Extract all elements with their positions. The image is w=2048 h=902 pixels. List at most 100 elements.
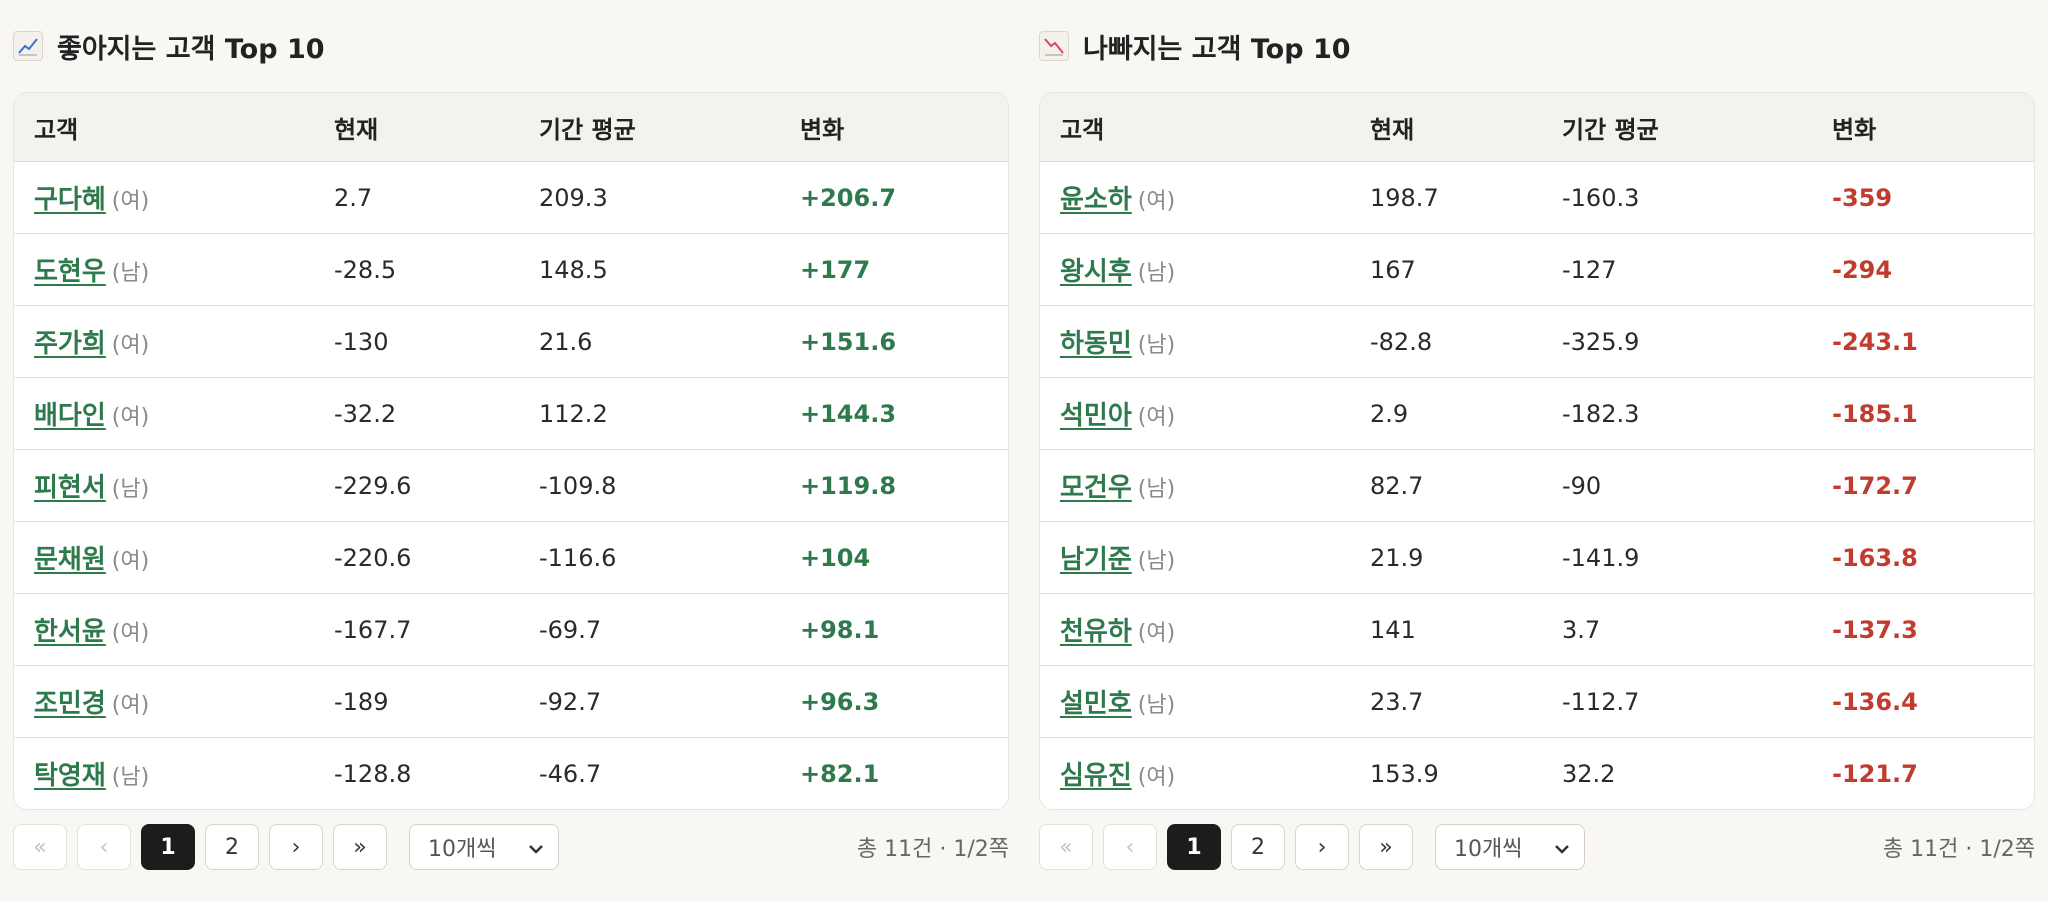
- customer-name-link[interactable]: 문채원: [34, 545, 106, 575]
- customer-cell: 왕시후 (남): [1040, 233, 1350, 306]
- next-page-button[interactable]: ›: [1295, 824, 1349, 870]
- customer-name-link[interactable]: 피현서: [34, 473, 106, 503]
- customer-table: 고객 현재 기간 평균 변화 구다혜 (여) 2.7 209.3 +206.7 도…: [14, 93, 1008, 809]
- average-value: -116.6: [519, 521, 780, 594]
- customer-cell: 피현서 (남): [14, 449, 314, 522]
- customer-name-link[interactable]: 배다인: [34, 401, 106, 431]
- customer-name-link[interactable]: 천유하: [1060, 617, 1132, 647]
- customer-cell: 조민경 (여): [14, 665, 314, 738]
- page-size-select[interactable]: 10개씩: [1435, 824, 1585, 870]
- change-value: -121.7: [1832, 759, 1918, 788]
- customer-name-link[interactable]: 윤소하: [1060, 185, 1132, 215]
- customer-cell: 심유진 (여): [1040, 738, 1350, 810]
- next-page-button[interactable]: ›: [269, 824, 323, 870]
- customer-cell: 탁영재 (남): [14, 738, 314, 810]
- chevron-down-icon: [528, 835, 544, 860]
- customer-gender: (남): [1137, 549, 1176, 574]
- column-header-change[interactable]: 변화: [1812, 93, 2034, 162]
- table-row: 한서윤 (여) -167.7 -69.7 +98.1: [14, 593, 1008, 666]
- customer-gender: (여): [111, 333, 150, 358]
- customer-name-link[interactable]: 조민경: [34, 689, 106, 719]
- customer-gender: (남): [1137, 333, 1176, 358]
- customer-table-card: 고객 현재 기간 평균 변화 구다혜 (여) 2.7 209.3 +206.7 도…: [13, 92, 1009, 810]
- average-value: 3.7: [1542, 593, 1812, 666]
- average-value: -109.8: [519, 449, 780, 522]
- current-value: -128.8: [334, 759, 412, 788]
- prev-page-button[interactable]: ‹: [77, 824, 131, 870]
- change-value: +104: [780, 521, 1008, 594]
- customer-gender: (여): [1137, 189, 1176, 214]
- current-value: 23.7: [1350, 665, 1542, 738]
- customer-table: 고객 현재 기간 평균 변화 윤소하 (여) 198.7 -160.3 -359 …: [1040, 93, 2034, 809]
- customer-name-link[interactable]: 심유진: [1060, 761, 1132, 791]
- chart-decreasing-icon: [1039, 31, 1069, 61]
- dashboard: 좋아지는 고객 Top 10 고객 현재 기간 평균 변화 구다혜 (여) 2.7: [0, 0, 2048, 871]
- customer-gender: (여): [1137, 405, 1176, 430]
- page-1-button[interactable]: 1: [1167, 824, 1221, 870]
- last-page-button[interactable]: »: [333, 824, 387, 870]
- change-value: +96.3: [780, 665, 1008, 738]
- customer-gender: (여): [111, 621, 150, 646]
- prev-page-button[interactable]: ‹: [1103, 824, 1157, 870]
- customer-name-link[interactable]: 남기준: [1060, 545, 1132, 575]
- current-value: 21.9: [1350, 521, 1542, 594]
- page-2-button[interactable]: 2: [205, 824, 259, 870]
- customer-name-link[interactable]: 한서윤: [34, 617, 106, 647]
- customer-name-link[interactable]: 도현우: [34, 257, 106, 287]
- table-row: 주가희 (여) -130 21.6 +151.6: [14, 305, 1008, 378]
- customer-cell: 석민아 (여): [1040, 377, 1350, 450]
- first-page-button[interactable]: «: [1039, 824, 1093, 870]
- total-count: 총 11건 · 1/2쪽: [1882, 837, 2035, 862]
- customer-cell: 도현우 (남): [14, 233, 314, 306]
- column-header-average[interactable]: 기간 평균: [519, 93, 780, 162]
- page-2-button[interactable]: 2: [1231, 824, 1285, 870]
- current-value: 198.7: [1350, 161, 1542, 234]
- customer-name-link[interactable]: 주가희: [34, 329, 106, 359]
- column-header-change[interactable]: 변화: [780, 93, 1008, 162]
- customer-cell: 모건우 (남): [1040, 449, 1350, 522]
- customer-gender: (여): [111, 405, 150, 430]
- customer-name-link[interactable]: 석민아: [1060, 401, 1132, 431]
- customer-cell: 설민호 (남): [1040, 665, 1350, 738]
- average-value: -141.9: [1542, 521, 1812, 594]
- average-value: -325.9: [1542, 305, 1812, 378]
- column-header-current[interactable]: 현재: [314, 93, 519, 162]
- change-value: -172.7: [1812, 449, 2034, 522]
- column-header-customer[interactable]: 고객: [1040, 93, 1350, 162]
- page-1-button[interactable]: 1: [141, 824, 195, 870]
- table-row: 모건우 (남) 82.7 -90 -172.7: [1040, 449, 2034, 522]
- customer-name-link[interactable]: 탁영재: [34, 761, 106, 791]
- customer-name-link[interactable]: 왕시후: [1060, 257, 1132, 287]
- column-header-customer[interactable]: 고객: [14, 93, 314, 162]
- current-value: -167.7: [314, 593, 519, 666]
- table-row: 윤소하 (여) 198.7 -160.3 -359: [1040, 161, 2034, 234]
- table-row: 피현서 (남) -229.6 -109.8 +119.8: [14, 449, 1008, 522]
- average-value: -112.7: [1542, 665, 1812, 738]
- average-value: 148.5: [519, 233, 780, 306]
- change-value: -137.3: [1812, 593, 2034, 666]
- page-size-select[interactable]: 10개씩: [409, 824, 559, 870]
- average-value: -46.7: [539, 759, 602, 788]
- change-value: +144.3: [780, 377, 1008, 450]
- pagination-bar: « ‹ 1 2 › » 10개씩 총 11건 · 1/2쪽: [13, 823, 1009, 871]
- current-value: -229.6: [314, 449, 519, 522]
- change-value: -163.8: [1812, 521, 2034, 594]
- customer-gender: (남): [111, 477, 150, 502]
- customer-gender: (여): [1137, 621, 1176, 646]
- column-header-average[interactable]: 기간 평균: [1542, 93, 1812, 162]
- change-value: -243.1: [1812, 305, 2034, 378]
- table-header-row: 고객 현재 기간 평균 변화: [1040, 93, 2034, 162]
- customer-table-card: 고객 현재 기간 평균 변화 윤소하 (여) 198.7 -160.3 -359 …: [1039, 92, 2035, 810]
- customer-gender: (남): [111, 765, 150, 790]
- current-value: -28.5: [314, 233, 519, 306]
- last-page-button[interactable]: »: [1359, 824, 1413, 870]
- current-value: -82.8: [1350, 305, 1542, 378]
- customer-cell: 윤소하 (여): [1040, 161, 1350, 234]
- customer-name-link[interactable]: 모건우: [1060, 473, 1132, 503]
- column-header-current[interactable]: 현재: [1350, 93, 1542, 162]
- customer-name-link[interactable]: 하동민: [1060, 329, 1132, 359]
- customer-name-link[interactable]: 구다혜: [34, 185, 106, 215]
- average-value: 209.3: [519, 161, 780, 234]
- first-page-button[interactable]: «: [13, 824, 67, 870]
- customer-name-link[interactable]: 설민호: [1060, 689, 1132, 719]
